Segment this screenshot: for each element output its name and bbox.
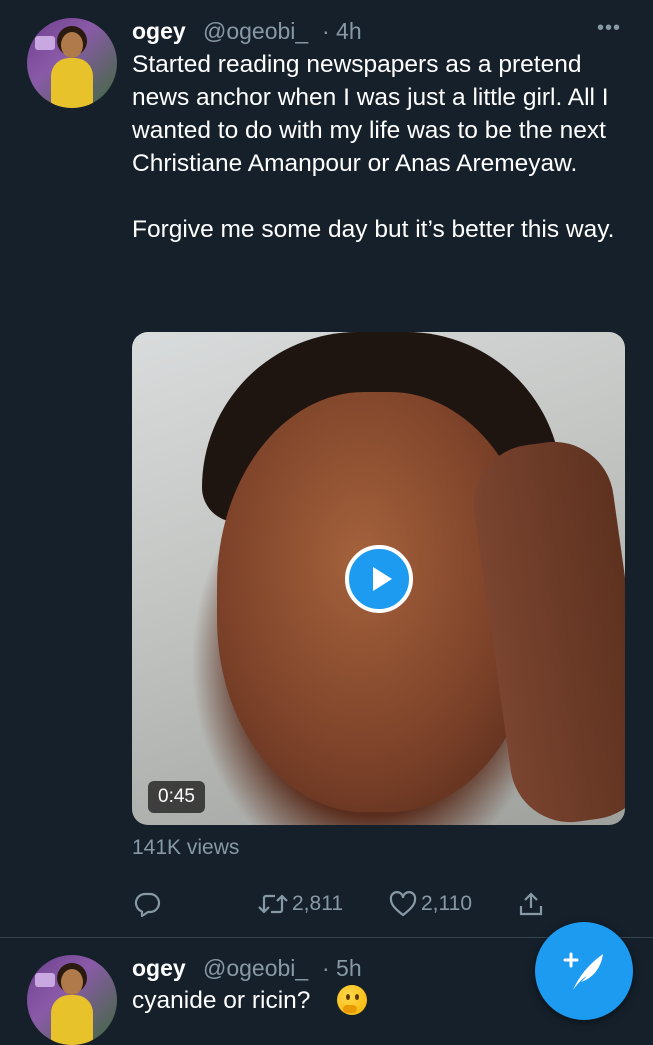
avatar-face [61, 969, 83, 995]
retweet-count: 2,811 [292, 892, 343, 915]
avatar-sign [35, 36, 55, 50]
author-name[interactable]: ogey [132, 18, 186, 45]
emoji-hand [343, 1005, 357, 1013]
author-handle[interactable]: @ogeobi_ [203, 18, 308, 45]
emoji-eye [355, 994, 359, 1000]
tweet-text: cyanide or ricin? [132, 987, 311, 1014]
share-button[interactable] [517, 888, 545, 920]
like-count: 2,110 [421, 892, 472, 915]
tweet-time: · 5h [322, 955, 362, 981]
compose-tweet-button[interactable] [535, 922, 633, 1020]
reply-icon [134, 892, 161, 917]
author-avatar[interactable] [27, 955, 117, 1045]
compose-tweet-icon [563, 952, 603, 990]
retweet-icon [258, 894, 288, 914]
video-duration: 0:45 [148, 781, 205, 813]
tweet-paragraph: Started reading newspapers as a pretend … [132, 51, 609, 177]
author-avatar[interactable] [27, 18, 117, 108]
reply-button[interactable] [133, 888, 161, 920]
play-icon[interactable] [345, 545, 413, 613]
avatar-sign [35, 973, 55, 987]
avatar-face [61, 32, 83, 58]
emoji-eye [346, 994, 350, 1000]
like-button[interactable]: 2,110 [389, 888, 472, 920]
thinking-face-emoji [337, 985, 367, 1015]
retweet-button[interactable]: 2,811 [258, 888, 343, 920]
author-name[interactable]: ogey [132, 955, 186, 982]
avatar-body [51, 58, 93, 108]
video-subject-hand [466, 434, 625, 825]
tweet-text: Started reading newspapers as a pretend … [132, 48, 642, 246]
author-handle[interactable]: @ogeobi_ [203, 955, 308, 982]
heart-icon [389, 891, 417, 917]
tweet-time: · 4h [322, 18, 362, 44]
share-icon [519, 892, 543, 916]
more-horizontal-icon[interactable]: ••• [597, 17, 621, 40]
view-count: 141K views [132, 836, 240, 859]
tweet-paragraph: Forgive me some day but it’s better this… [132, 216, 615, 243]
avatar-body [51, 995, 93, 1045]
play-triangle [373, 567, 392, 591]
